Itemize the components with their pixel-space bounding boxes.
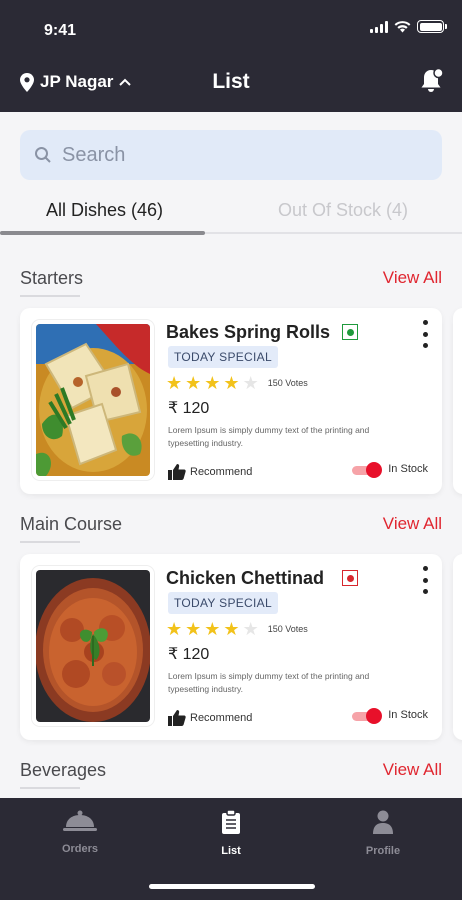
dish-image-chicken-chettinad — [32, 566, 154, 726]
nav-profile[interactable]: Profile — [333, 810, 433, 857]
stock-status: In Stock — [352, 462, 428, 478]
votes-count: 150 Votes — [267, 624, 308, 634]
notification-bell-icon[interactable] — [420, 67, 444, 99]
stock-label: In Stock — [388, 463, 428, 475]
content-area[interactable]: All Dishes (46) Out Of Stock (4) Starter… — [0, 112, 462, 798]
thumbs-up-icon — [168, 464, 186, 480]
tab-bar: All Dishes (46) Out Of Stock (4) — [0, 192, 462, 235]
dish-description: Lorem Ipsum is simply dummy text of the … — [168, 671, 370, 694]
in-stock-toggle[interactable] — [352, 462, 383, 478]
star-filled-icon: ★ — [223, 373, 240, 393]
today-special-badge: TODAY SPECIAL — [168, 592, 278, 614]
section-underline — [20, 787, 80, 789]
location-label: JP Nagar — [40, 72, 114, 91]
section-title: Beverages — [20, 760, 107, 780]
clipboard-icon — [222, 809, 240, 834]
chevron-up-icon — [119, 78, 132, 86]
view-all-link[interactable]: View All — [383, 760, 442, 780]
top-bar: 9:41 JP Nagar List — [0, 0, 462, 112]
tab-active-indicator — [0, 231, 205, 235]
section-title: Main Course — [20, 514, 123, 534]
dish-price: ₹ 120 — [168, 400, 210, 417]
recommend-label: Recommend — [190, 712, 253, 724]
home-indicator[interactable] — [149, 884, 315, 889]
nav-profile-label: Profile — [365, 845, 401, 857]
in-stock-toggle[interactable] — [352, 708, 383, 724]
more-options-icon[interactable] — [420, 320, 430, 348]
non-veg-indicator-icon — [342, 570, 358, 586]
veg-indicator-icon — [342, 324, 358, 340]
star-filled-icon: ★ — [185, 619, 202, 639]
star-filled-icon: ★ — [204, 373, 221, 393]
battery-icon — [417, 20, 447, 33]
dish-description: Lorem Ipsum is simply dummy text of the … — [168, 425, 370, 448]
search-bar[interactable] — [20, 130, 442, 180]
search-icon — [35, 147, 51, 163]
section-underline — [20, 295, 80, 297]
section-header-beverages: Beverages View All — [20, 760, 442, 790]
wifi-icon — [394, 21, 411, 33]
star-filled-icon: ★ — [166, 373, 183, 393]
stock-label: In Stock — [388, 709, 428, 721]
recommend-button[interactable]: Recommend — [168, 464, 252, 480]
dish-card[interactable]: Chicken Chettinad TODAY SPECIAL ★ ★ ★ ★ … — [20, 554, 442, 740]
person-icon — [373, 810, 393, 834]
nav-orders-label: Orders — [61, 843, 99, 855]
recommend-label: Recommend — [190, 466, 253, 478]
star-empty-icon: ★ — [242, 373, 259, 393]
location-selector[interactable]: JP Nagar — [20, 72, 132, 92]
today-special-badge: TODAY SPECIAL — [168, 346, 278, 368]
status-time: 9:41 — [44, 22, 77, 39]
votes-count: 150 Votes — [267, 378, 308, 388]
nav-list-label: List — [221, 845, 241, 857]
recommend-button[interactable]: Recommend — [168, 710, 252, 726]
cellular-signal-icon — [370, 20, 388, 33]
tab-all-dishes[interactable]: All Dishes (46) — [46, 200, 163, 221]
nav-list[interactable]: List — [181, 809, 281, 857]
tab-out-of-stock[interactable]: Out Of Stock (4) — [278, 200, 408, 221]
dish-name: Chicken Chettinad — [166, 568, 325, 588]
dish-card[interactable]: Bakes Spring Rolls TODAY SPECIAL ★ ★ ★ ★… — [20, 308, 442, 494]
cloche-icon — [63, 810, 97, 831]
next-dish-card-peek[interactable] — [453, 308, 462, 494]
star-empty-icon: ★ — [242, 619, 259, 639]
star-rating: ★ ★ ★ ★ ★ 150 Votes — [166, 620, 308, 638]
star-rating: ★ ★ ★ ★ ★ 150 Votes — [166, 374, 308, 392]
next-dish-card-peek[interactable] — [453, 554, 462, 740]
section-header-starters: Starters View All — [20, 268, 442, 298]
section-underline — [20, 541, 80, 543]
star-filled-icon: ★ — [166, 619, 183, 639]
nav-orders[interactable]: Orders — [30, 810, 130, 855]
stock-status: In Stock — [352, 708, 428, 724]
star-filled-icon: ★ — [223, 619, 240, 639]
location-pin-icon — [20, 72, 34, 92]
star-filled-icon: ★ — [185, 373, 202, 393]
dish-image-spring-rolls — [32, 320, 154, 480]
thumbs-up-icon — [168, 710, 186, 726]
dish-name: Bakes Spring Rolls — [166, 322, 331, 342]
star-filled-icon: ★ — [204, 619, 221, 639]
view-all-link[interactable]: View All — [383, 514, 442, 534]
status-icons — [370, 20, 447, 33]
page-title: List — [212, 70, 250, 93]
search-input[interactable] — [62, 143, 402, 167]
more-options-icon[interactable] — [420, 566, 430, 594]
view-all-link[interactable]: View All — [383, 268, 442, 288]
section-header-main-course: Main Course View All — [20, 514, 442, 544]
section-title: Starters — [20, 268, 84, 288]
dish-price: ₹ 120 — [168, 646, 210, 663]
